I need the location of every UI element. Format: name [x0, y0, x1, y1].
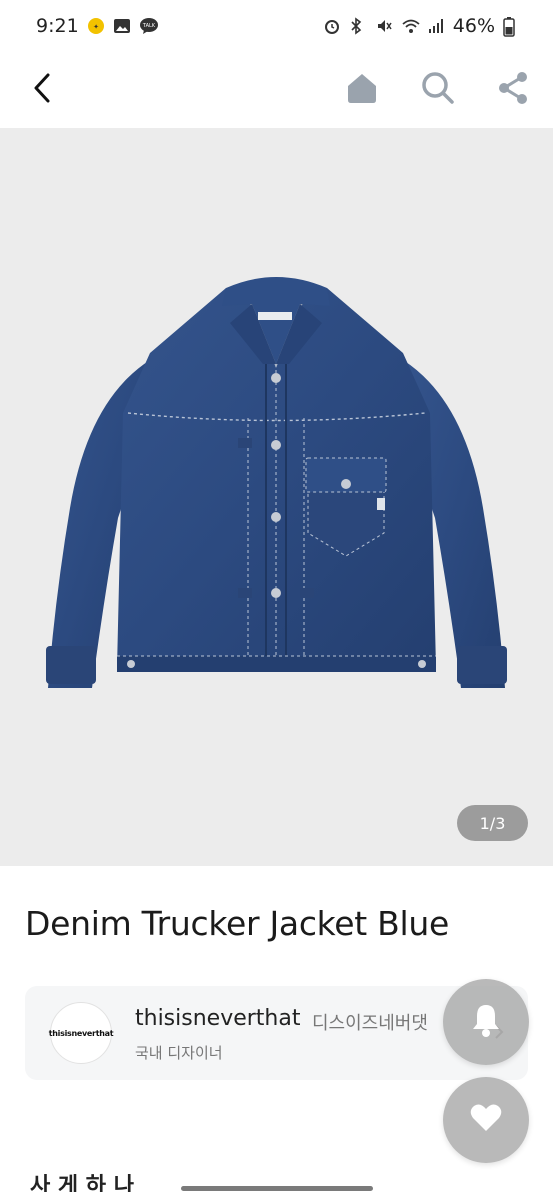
- promo-app-icon: ✦: [87, 17, 105, 35]
- alarm-icon: [323, 17, 341, 35]
- battery-percent: 46%: [452, 15, 495, 37]
- search-icon[interactable]: [421, 71, 455, 109]
- gallery-icon: [113, 17, 131, 35]
- product-image-gallery[interactable]: 1/3: [0, 128, 553, 866]
- home-icon[interactable]: [345, 72, 379, 108]
- brand-category: 국내 디자이너: [135, 1044, 223, 1062]
- product-title: Denim Trucker Jacket Blue: [25, 904, 449, 943]
- brand-name-ko: 디스이즈네버댓: [312, 1013, 428, 1034]
- status-bar: 9:21 ✦ TALK 46%: [0, 0, 553, 52]
- notification-button[interactable]: [443, 979, 529, 1065]
- bell-icon: [469, 1002, 503, 1042]
- svg-text:✦: ✦: [93, 23, 99, 31]
- share-icon[interactable]: [497, 71, 529, 109]
- battery-icon: [503, 17, 521, 37]
- back-arrow-icon[interactable]: [30, 72, 54, 108]
- wifi-icon: [401, 17, 420, 35]
- next-section-heading: 사 게 하 나: [30, 1174, 134, 1192]
- signal-icon: [427, 17, 445, 35]
- talk-icon: TALK: [139, 17, 158, 35]
- image-counter: 1/3: [457, 805, 528, 841]
- bluetooth-icon: [349, 17, 367, 35]
- brand-name-en: thisisneverthat: [135, 1006, 301, 1031]
- brand-logo-text: thisisneverthat: [48, 1028, 114, 1038]
- svg-text:TALK: TALK: [142, 23, 156, 29]
- heart-icon: [469, 1103, 503, 1137]
- status-time: 9:21: [36, 15, 79, 37]
- mute-icon: [375, 17, 393, 35]
- brand-logo: thisisneverthat: [48, 1002, 114, 1064]
- denim-trucker-jacket-image: [46, 277, 507, 688]
- like-button[interactable]: [443, 1077, 529, 1163]
- home-indicator[interactable]: [181, 1186, 373, 1191]
- top-nav: [0, 52, 553, 128]
